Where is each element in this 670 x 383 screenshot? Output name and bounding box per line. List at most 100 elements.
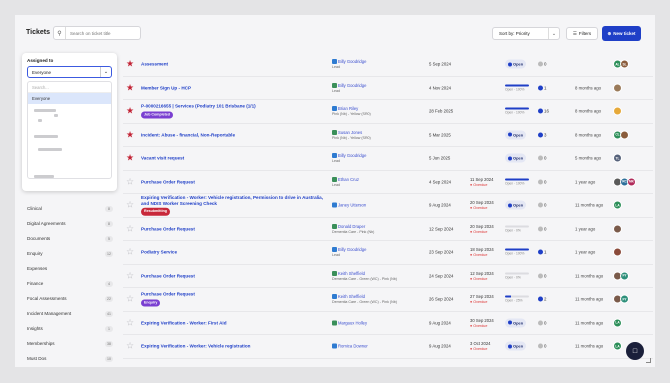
- ticket-title[interactable]: Expiring Verification - Worker: Vehicle …: [141, 344, 331, 350]
- ticket-title-cell[interactable]: Purchase Order Request Enquiry: [141, 292, 331, 307]
- ticket-title-cell[interactable]: Expiring Verification - Worker: Vehicle …: [141, 344, 331, 350]
- star-icon[interactable]: ☆: [126, 200, 134, 210]
- assigned-to-search[interactable]: Search...: [28, 82, 111, 93]
- avatar[interactable]: TL: [613, 153, 622, 163]
- ticket-row[interactable]: ☆ Purchase Order Request Donald Draper Deme…: [123, 218, 653, 241]
- ticket-title-cell[interactable]: Assessment: [141, 62, 331, 68]
- ticket-title-cell[interactable]: Purchase Order Request: [141, 179, 331, 185]
- assignee-name[interactable]: Brian Riley: [338, 106, 358, 111]
- ticket-row[interactable]: ☆ Expiring Verification - Worker: Vehicle…: [123, 194, 653, 218]
- comments-count[interactable]: 0: [538, 320, 546, 326]
- comments-count[interactable]: 16: [538, 108, 549, 114]
- option-redacted[interactable]: [28, 104, 111, 117]
- assignee-name[interactable]: Margaux Holley: [338, 320, 367, 325]
- ticket-row[interactable]: ★ P-0000216655 | Services (Podiatry 101 B…: [123, 100, 653, 124]
- comments-count[interactable]: 0: [538, 226, 546, 232]
- avatar[interactable]: [613, 83, 622, 93]
- ticket-row[interactable]: ★ Vacant visit request Billy Goodridge Lead…: [123, 147, 653, 171]
- sidebar-item[interactable]: Clinical 8: [25, 201, 115, 216]
- ticket-title-cell[interactable]: Expiring Verification - Worker: Vehicle …: [141, 195, 331, 216]
- star-icon[interactable]: ★: [126, 153, 134, 163]
- star-icon[interactable]: ★: [126, 106, 134, 116]
- ticket-title[interactable]: Expiring Verification - Worker: First Ai…: [141, 320, 331, 326]
- ticket-title-cell[interactable]: Incident: Abuse - financial, Non-Reporta…: [141, 132, 331, 138]
- ticket-title-cell[interactable]: Purchase Order Request: [141, 226, 331, 232]
- option-redacted[interactable]: [28, 169, 111, 178]
- assignee-name[interactable]: Billy Goodridge: [338, 83, 366, 88]
- assignee-name[interactable]: Susan Jones: [338, 130, 362, 135]
- assignee-name[interactable]: Donald Draper: [338, 224, 365, 229]
- avatar[interactable]: LA: [613, 200, 622, 210]
- ticket-title-cell[interactable]: Expiring Verification - Worker: First Ai…: [141, 320, 331, 326]
- ticket-row[interactable]: ★ Incident: Abuse - financial, Non-Report…: [123, 124, 653, 147]
- ticket-title-cell[interactable]: Purchase Order Request: [141, 273, 331, 279]
- star-icon[interactable]: ☆: [126, 224, 134, 233]
- assigned-to-select[interactable]: Everyone ⌄: [27, 66, 112, 78]
- ticket-title[interactable]: Expiring Verification - Worker: Vehicle …: [141, 195, 331, 206]
- option-redacted[interactable]: [28, 130, 111, 143]
- ticket-title-cell[interactable]: Member Sign Up - HCP: [141, 85, 331, 91]
- star-icon[interactable]: ☆: [126, 271, 134, 280]
- star-icon[interactable]: ☆: [126, 247, 134, 257]
- avatar[interactable]: [613, 224, 622, 234]
- sort-select[interactable]: Sort by: Priority ⌄: [492, 27, 560, 40]
- star-icon[interactable]: ☆: [126, 318, 134, 327]
- avatar[interactable]: LA: [613, 341, 622, 351]
- sidebar-item[interactable]: Memberships 38: [25, 336, 115, 351]
- comments-count[interactable]: 0: [538, 61, 546, 67]
- avatar[interactable]: [620, 130, 629, 140]
- ticket-title[interactable]: Assessment: [141, 62, 331, 68]
- ticket-row[interactable]: ★ Assessment Billy Goodridge Lead 5 Sep 2024…: [123, 53, 653, 77]
- ticket-row[interactable]: ☆ Expiring Verification - Worker: First A…: [123, 312, 653, 335]
- assignee-name[interactable]: Ethan Cruz: [338, 177, 359, 182]
- option-redacted[interactable]: [28, 156, 111, 169]
- avatar[interactable]: [613, 247, 622, 257]
- ticket-title[interactable]: Vacant visit request: [141, 156, 331, 162]
- sidebar-item[interactable]: Expenses: [25, 261, 115, 276]
- comments-count[interactable]: 0: [538, 179, 546, 185]
- ticket-row[interactable]: ☆ Purchase Order Request Ethan Cruz Lead 4 S…: [123, 171, 653, 194]
- search-input[interactable]: [66, 30, 136, 36]
- chat-button[interactable]: □: [626, 342, 644, 360]
- ticket-row[interactable]: ☆ Purchase Order Request Enquiry Keith Shef…: [123, 288, 653, 312]
- search-box[interactable]: ⚲: [53, 26, 141, 40]
- comments-count[interactable]: 1: [538, 249, 546, 255]
- comments-count[interactable]: 2: [538, 296, 546, 302]
- sidebar-item[interactable]: Documents 5: [25, 231, 115, 246]
- option-redacted[interactable]: [28, 114, 111, 130]
- sidebar-item[interactable]: Focal Assessments 22: [25, 291, 115, 306]
- ticket-row[interactable]: ★ Member Sign Up - HCP Billy Goodridge Lead…: [123, 77, 653, 100]
- star-icon[interactable]: ★: [126, 83, 134, 92]
- star-icon[interactable]: ★: [126, 130, 134, 139]
- ticket-title[interactable]: Purchase Order Request: [141, 179, 331, 185]
- assignee-name[interactable]: Romica Downer: [338, 344, 368, 349]
- ticket-row[interactable]: ☆ Purchase Order Request Keith Sheffield De…: [123, 265, 653, 288]
- comments-count[interactable]: 0: [538, 155, 546, 161]
- ticket-title[interactable]: Purchase Order Request: [141, 273, 331, 279]
- ticket-title-cell[interactable]: Podiatry Service: [141, 250, 331, 256]
- avatar[interactable]: SL: [620, 59, 629, 69]
- ticket-title[interactable]: P-0000216655 | Services (Podiatry 101 Br…: [141, 104, 331, 110]
- sidebar-item[interactable]: NDIS Goal Tracking3: [25, 366, 115, 367]
- ticket-row[interactable]: ☆ Expiring Verification - Worker: Vehicle…: [123, 335, 653, 359]
- assignee-name[interactable]: Keith Sheffield: [338, 271, 365, 276]
- avatar[interactable]: MK: [627, 177, 636, 187]
- sidebar-item[interactable]: Enquiry 12: [25, 246, 115, 261]
- sidebar-item[interactable]: Finance 4: [25, 276, 115, 291]
- assignee-name[interactable]: Janey Utterson: [338, 203, 366, 208]
- assignee-name[interactable]: Keith Sheffield: [338, 294, 365, 299]
- star-icon[interactable]: ☆: [126, 294, 134, 304]
- comments-count[interactable]: 0: [538, 273, 546, 279]
- sidebar-item[interactable]: Must Dos 10: [25, 351, 115, 366]
- option-everyone[interactable]: Everyone: [28, 93, 111, 104]
- new-ticket-button[interactable]: ⊕ New ticket: [602, 26, 641, 41]
- resize-handle[interactable]: [646, 358, 651, 363]
- assignee-name[interactable]: Billy Goodridge: [338, 59, 366, 64]
- star-icon[interactable]: ☆: [126, 341, 134, 351]
- ticket-title[interactable]: Member Sign Up - HCP: [141, 85, 331, 91]
- assignee-name[interactable]: Billy Goodridge: [338, 247, 366, 252]
- filters-button[interactable]: ☰ Filters: [566, 27, 598, 40]
- comments-count[interactable]: 3: [538, 132, 546, 138]
- comments-count[interactable]: 1: [538, 85, 546, 91]
- avatar[interactable]: FY: [620, 294, 629, 304]
